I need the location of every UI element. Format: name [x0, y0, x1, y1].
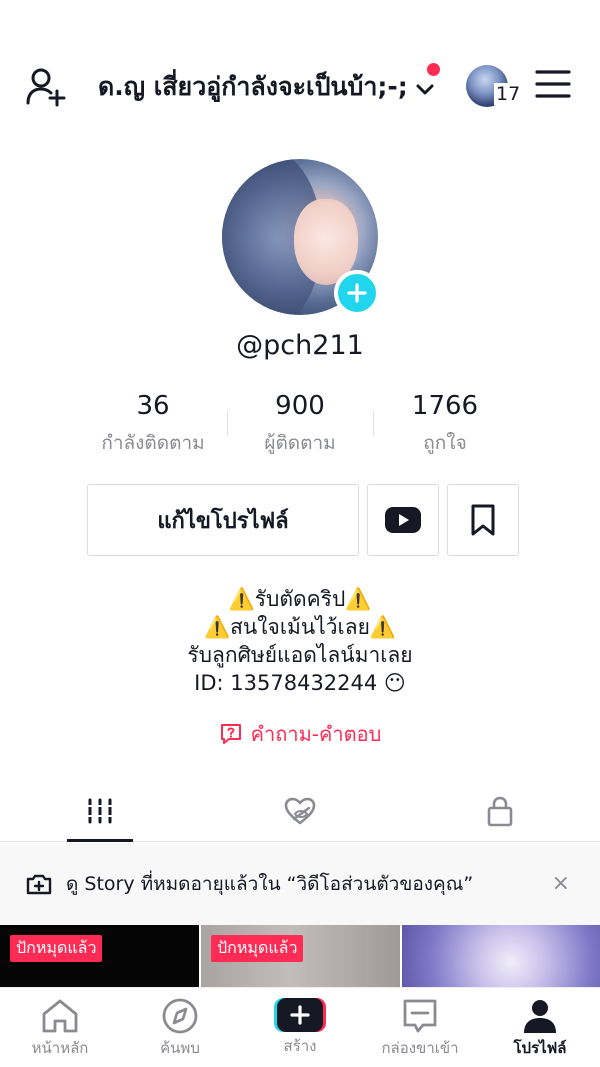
nav-profile[interactable]: โปรไฟล์ — [480, 988, 600, 1067]
grid-icon — [88, 798, 112, 824]
tab-private[interactable] — [400, 780, 600, 842]
nav-inbox[interactable]: กล่องขาเข้า — [360, 988, 480, 1067]
account-name: ด.ญ เสี่ยวอู่กำลังจะเป็นบ้า;-; — [98, 72, 408, 101]
bio-line: ⚠️สนใจเม้นไว้เลย⚠️ — [203, 615, 397, 639]
nav-create[interactable]: สร้าง — [240, 988, 360, 1067]
account-switcher[interactable]: ด.ญ เสี่ยวอู่กำลังจะเป็นบ้า;-; — [98, 67, 436, 107]
followers-label: ผู้ติดตาม — [264, 432, 336, 454]
bottom-nav: หน้าหลัก ค้นพบ สร้าง กล่องขาเข้า โปรไฟล์ — [0, 987, 600, 1067]
youtube-icon — [385, 507, 421, 533]
nav-inbox-label: กล่องขาเข้า — [381, 1039, 459, 1057]
bookmark-icon — [471, 504, 495, 536]
tab-liked[interactable] — [200, 780, 400, 842]
home-icon — [42, 999, 78, 1033]
plus-icon — [347, 283, 367, 303]
followers-count: 900 — [275, 391, 325, 421]
notification-dot — [427, 63, 440, 76]
question-bubble-icon — [220, 724, 241, 744]
story-banner[interactable]: ดู Story ที่หมดอายุแล้วใน “วิดีโอส่วนตัว… — [0, 843, 600, 925]
bookmark-button[interactable] — [447, 484, 519, 556]
following-count: 36 — [136, 391, 170, 421]
tab-videos[interactable] — [0, 780, 200, 842]
following-label: กำลังติดตาม — [101, 432, 205, 454]
nav-home-label: หน้าหลัก — [31, 1039, 89, 1057]
divider — [227, 410, 228, 436]
stat-followers[interactable]: 900 ผู้ติดตาม — [230, 390, 370, 458]
qa-link[interactable]: คำถาม-คำตอบ — [0, 718, 600, 750]
story-banner-text: ดู Story ที่หมดอายุแล้วใน “วิดีโอส่วนตัว… — [66, 873, 474, 895]
divider — [373, 410, 374, 436]
top-bar: ด.ญ เสี่ยวอู่กำลังจะเป็นบ้า;-; 17 — [0, 55, 600, 115]
person-add-icon[interactable] — [24, 65, 68, 109]
hamburger-menu-icon[interactable] — [535, 69, 571, 99]
compass-icon — [162, 998, 198, 1034]
create-plus-icon — [274, 998, 326, 1032]
chevron-down-icon — [416, 84, 434, 95]
stat-likes[interactable]: 1766 ถูกใจ — [375, 390, 515, 458]
edit-profile-button[interactable]: แก้ไขโปรไฟล์ — [87, 484, 359, 556]
add-story-button[interactable] — [334, 270, 380, 316]
notification-count: 17 — [494, 83, 523, 105]
nav-discover-label: ค้นพบ — [160, 1039, 200, 1057]
lock-icon — [487, 796, 513, 827]
nav-profile-label: โปรไฟล์ — [513, 1039, 567, 1057]
bio: ⚠️รับตัดคริป⚠️ ⚠️สนใจเม้นไว้เลย⚠️ รับลูก… — [0, 585, 600, 697]
video-thumbnail[interactable]: ปักหมุดแล้ว — [201, 925, 400, 987]
likes-count: 1766 — [411, 391, 479, 421]
profile-icon — [524, 1000, 556, 1033]
stat-following[interactable]: 36 กำลังติดตาม — [83, 390, 223, 458]
bio-line: ID: 13578432244 😶 — [194, 671, 406, 695]
pinned-badge: ปักหมุดแล้ว — [10, 935, 103, 962]
bio-line: รับลูกศิษย์แอดไลน์มาเลย — [187, 643, 413, 667]
pinned-badge: ปักหมุดแล้ว — [211, 935, 304, 962]
youtube-button[interactable] — [367, 484, 439, 556]
inbox-icon — [403, 999, 437, 1033]
nav-discover[interactable]: ค้นพบ — [120, 988, 240, 1067]
username: @pch211 — [236, 330, 364, 361]
likes-label: ถูกใจ — [423, 432, 467, 454]
close-icon[interactable]: × — [552, 871, 570, 896]
nav-home[interactable]: หน้าหลัก — [0, 988, 120, 1067]
active-tab-indicator — [67, 839, 133, 842]
qa-label: คำถาม-คำตอบ — [250, 722, 382, 746]
camera-plus-icon — [26, 874, 52, 895]
liked-hidden-icon — [284, 797, 316, 825]
video-thumbnail[interactable]: ปักหมุดแล้ว — [0, 925, 199, 987]
nav-create-label: สร้าง — [283, 1037, 317, 1055]
bio-line: ⚠️รับตัดคริป⚠️ — [228, 587, 372, 611]
video-thumbnail[interactable] — [402, 925, 600, 987]
content-tabs — [0, 780, 600, 842]
